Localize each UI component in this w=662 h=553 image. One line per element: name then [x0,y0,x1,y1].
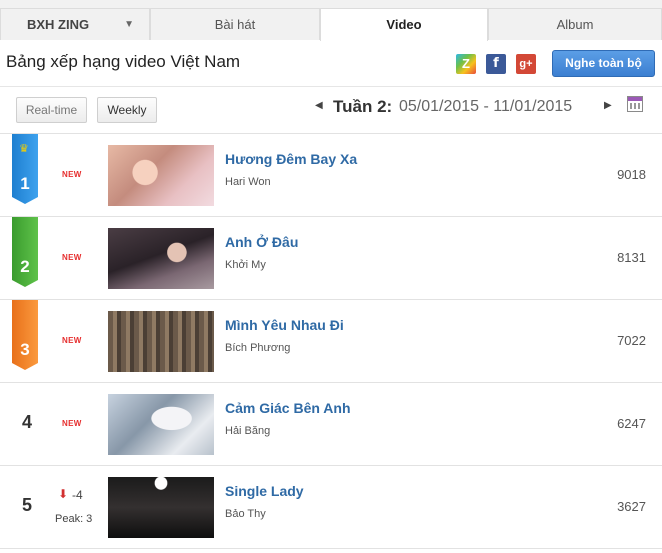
chart-row[interactable]: 2 NEW Anh Ở Đâu Khởi My 8131 [0,217,662,300]
brand-dropdown[interactable]: BXH ZING ▼ [0,8,150,40]
view-count: 8131 [617,250,646,265]
new-badge: NEW [62,419,82,428]
video-thumbnail[interactable] [108,228,214,289]
video-title-link[interactable]: Mình Yêu Nhau Đi [225,317,344,333]
rank-number: 3 [20,340,30,359]
week-label: Tuần 2: [333,97,393,116]
brand-label: BXH ZING [27,17,90,32]
peak-rank: Peak: 3 [55,513,93,525]
weekly-button[interactable]: Weekly [97,97,157,123]
calendar-icon[interactable] [627,96,643,112]
chart-row[interactable]: 5 ⬇ -4 Peak: 3 Single Lady Bảo Thy 3627 [0,466,662,549]
facebook-icon[interactable]: f [486,54,506,74]
tab-bar: BXH ZING ▼ Bài hát Video Album [0,0,662,41]
video-title-link[interactable]: Hương Đêm Bay Xa [225,151,357,167]
chart-row[interactable]: ♛ 1 NEW Hương Đêm Bay Xa Hari Won 9018 [0,134,662,217]
view-count: 3627 [617,499,646,514]
artist-link[interactable]: Hải Băng [225,425,270,437]
new-badge: NEW [62,336,82,345]
google-plus-icon[interactable]: g+ [516,54,536,74]
artist-link[interactable]: Bảo Thy [225,508,266,520]
rank-number: 2 [20,257,30,276]
crown-icon: ♛ [19,143,29,155]
rank-number: 5 [21,495,32,515]
view-count: 7022 [617,333,646,348]
zing-me-icon[interactable]: Z [456,54,476,74]
artist-link[interactable]: Hari Won [225,176,271,188]
tab-album[interactable]: Album [488,8,662,40]
chart-row[interactable]: 4 NEW Cảm Giác Bên Anh Hải Băng 6247 [0,383,662,466]
rank-number: 4 [21,412,32,432]
next-week-icon[interactable]: ▶ [604,100,612,111]
week-range: 05/01/2015 - 11/01/2015 [399,98,573,115]
video-thumbnail[interactable] [108,394,214,455]
video-title-link[interactable]: Single Lady [225,483,304,499]
realtime-button[interactable]: Real-time [16,97,87,123]
artist-link[interactable]: Bích Phương [225,342,290,354]
view-count: 9018 [617,167,646,182]
chart-row[interactable]: 3 NEW Mình Yêu Nhau Đi Bích Phương 7022 [0,300,662,383]
chevron-down-icon: ▼ [124,19,134,30]
video-thumbnail[interactable] [108,477,214,538]
video-title-link[interactable]: Cảm Giác Bên Anh [225,400,351,416]
video-title-link[interactable]: Anh Ở Đâu [225,234,298,250]
down-arrow-icon: ⬇ [58,487,69,501]
new-badge: NEW [62,253,82,262]
rank-number: 1 [20,174,30,193]
video-thumbnail[interactable] [108,145,214,206]
tab-video[interactable]: Video [320,8,488,41]
rank-change: -4 [72,488,83,502]
video-thumbnail[interactable] [108,311,214,372]
view-count: 6247 [617,416,646,431]
prev-week-icon[interactable]: ◀ [315,100,323,111]
artist-link[interactable]: Khởi My [225,259,266,271]
play-all-button[interactable]: Nghe toàn bộ [552,50,655,77]
tab-bai-hat[interactable]: Bài hát [150,8,320,40]
new-badge: NEW [62,170,82,179]
page-title: Bảng xếp hạng video Việt Nam [6,52,241,71]
header-divider [0,86,662,87]
